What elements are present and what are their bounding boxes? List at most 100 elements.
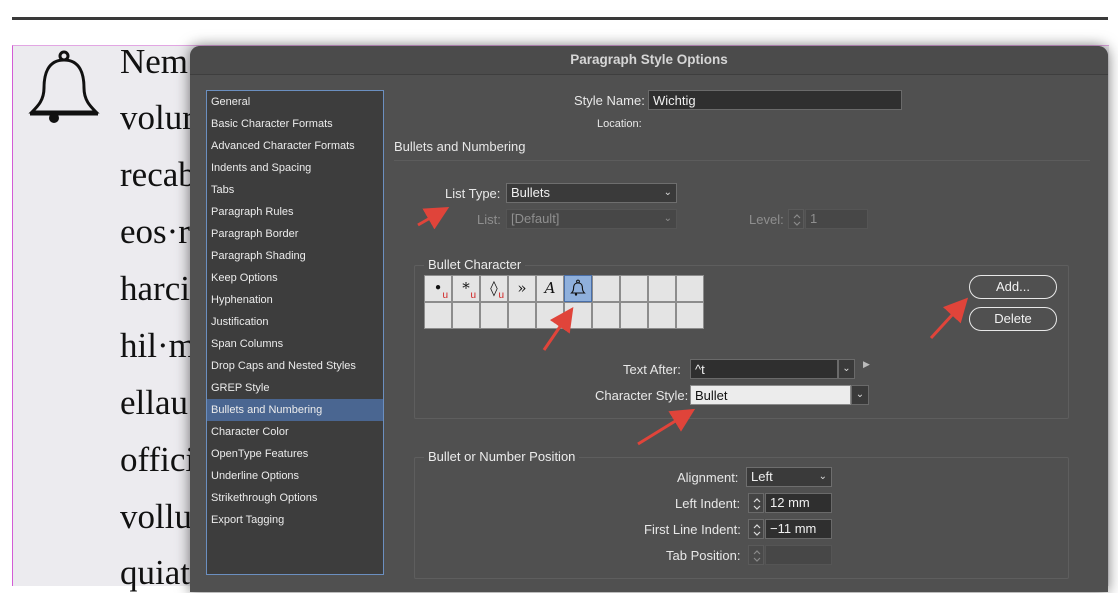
doc-text-line: hil·m: [120, 326, 196, 365]
level-label: Level:: [749, 212, 784, 227]
sidebar-item-paragraph-border[interactable]: Paragraph Border: [207, 223, 383, 245]
bullet-glyph-cell-empty[interactable]: [676, 302, 704, 329]
glyph-mark: u: [470, 290, 476, 301]
page-edge-line: [12, 17, 1108, 20]
left-indent-stepper[interactable]: 12 mm: [748, 493, 832, 513]
sidebar-item-strikethrough-options[interactable]: Strikethrough Options: [207, 487, 383, 509]
bullet-glyph-cell[interactable]: A: [536, 275, 564, 302]
bullet-glyph-cell[interactable]: ◊ u: [480, 275, 508, 302]
delete-button[interactable]: Delete: [969, 307, 1057, 331]
tab-position-stepper[interactable]: [748, 545, 832, 565]
bullet-position-title: Bullet or Number Position: [424, 449, 580, 464]
glyph: »: [517, 279, 527, 297]
bullet-character-title: Bullet Character: [424, 257, 526, 272]
style-name-label: Style Name:: [574, 93, 645, 108]
list-select[interactable]: [Default] ⌄: [506, 209, 677, 229]
list-label: List:: [477, 212, 501, 227]
stepper-arrows-icon[interactable]: [788, 209, 804, 229]
sidebar-item-underline-options[interactable]: Underline Options: [207, 465, 383, 487]
sidebar-item-paragraph-shading[interactable]: Paragraph Shading: [207, 245, 383, 267]
section-heading: Bullets and Numbering: [394, 139, 526, 154]
bullet-glyph-cell-empty[interactable]: [620, 302, 648, 329]
stepper-arrows-icon[interactable]: [748, 493, 764, 513]
section-divider: [394, 160, 1090, 161]
list-type-value: Bullets: [511, 185, 551, 200]
text-after-input[interactable]: ^t: [690, 359, 838, 379]
sidebar-item-hyphenation[interactable]: Hyphenation: [207, 289, 383, 311]
bullet-glyph-cell-selected[interactable]: [564, 275, 592, 302]
glyph: •: [433, 279, 443, 297]
dialog-title: Paragraph Style Options: [190, 46, 1108, 75]
sidebar-item-grep-style[interactable]: GREP Style: [207, 377, 383, 399]
first-line-indent-label: First Line Indent:: [644, 522, 741, 537]
character-style-label: Character Style:: [595, 388, 689, 403]
sidebar-item-basic-character-formats[interactable]: Basic Character Formats: [207, 113, 383, 135]
sidebar-item-span-columns[interactable]: Span Columns: [207, 333, 383, 355]
list-type-label: List Type:: [445, 186, 501, 201]
glyph: ◊: [490, 279, 498, 297]
bullet-glyph-cell-empty[interactable]: [648, 275, 676, 302]
sidebar-item-paragraph-rules[interactable]: Paragraph Rules: [207, 201, 383, 223]
chevron-down-icon: ⌄: [663, 187, 672, 198]
list-type-select[interactable]: Bullets ⌄: [506, 183, 677, 203]
bullet-glyph-cell-empty[interactable]: [508, 302, 536, 329]
sidebar-item-opentype-features[interactable]: OpenType Features: [207, 443, 383, 465]
sidebar-item-advanced-character-formats[interactable]: Advanced Character Formats: [207, 135, 383, 157]
level-stepper[interactable]: 1: [788, 209, 868, 229]
bullet-glyph-cell-empty[interactable]: [592, 302, 620, 329]
category-list[interactable]: General Basic Character Formats Advanced…: [206, 90, 384, 575]
bullet-glyph-cell-empty[interactable]: [648, 302, 676, 329]
doc-text-line: quiat: [120, 553, 190, 592]
location-label: Location:: [597, 118, 642, 130]
bell-icon: [28, 50, 100, 123]
tab-position-value[interactable]: [765, 545, 832, 565]
alignment-label: Alignment:: [677, 470, 739, 485]
bullet-glyph-cell-empty[interactable]: [676, 275, 704, 302]
level-value[interactable]: 1: [805, 209, 868, 229]
chevron-down-icon[interactable]: ⌄: [851, 385, 869, 405]
first-line-indent-value[interactable]: −11 mm: [765, 519, 832, 539]
tab-position-label: Tab Position:: [666, 548, 741, 563]
chevron-down-icon: ⌄: [818, 471, 827, 482]
doc-text-line: ellau: [120, 383, 189, 422]
bell-icon: [570, 279, 586, 296]
glyph-mark: u: [498, 290, 504, 301]
stepper-arrows-icon[interactable]: [748, 519, 764, 539]
glyph-mark: u: [442, 290, 448, 301]
sidebar-item-justification[interactable]: Justification: [207, 311, 383, 333]
sidebar-item-indents-and-spacing[interactable]: Indents and Spacing: [207, 157, 383, 179]
left-indent-value[interactable]: 12 mm: [765, 493, 832, 513]
sidebar-item-drop-caps[interactable]: Drop Caps and Nested Styles: [207, 355, 383, 377]
chevron-down-icon[interactable]: ⌄: [838, 359, 855, 379]
sidebar-item-general[interactable]: General: [207, 91, 383, 113]
glyph: A: [544, 279, 556, 297]
sidebar-item-bullets-and-numbering[interactable]: Bullets and Numbering: [207, 399, 383, 421]
paragraph-style-options-dialog: Paragraph Style Options General Basic Ch…: [190, 46, 1108, 592]
bullet-glyph-cell-empty[interactable]: [564, 302, 592, 329]
add-button[interactable]: Add...: [969, 275, 1057, 299]
sidebar-item-keep-options[interactable]: Keep Options: [207, 267, 383, 289]
doc-text-line: vollu: [120, 497, 192, 536]
first-line-indent-stepper[interactable]: −11 mm: [748, 519, 832, 539]
bullet-glyph-cell-empty[interactable]: [592, 275, 620, 302]
stepper-arrows-icon[interactable]: [748, 545, 764, 565]
bullet-glyph-cell-empty[interactable]: [536, 302, 564, 329]
bullet-glyph-cell-empty[interactable]: [480, 302, 508, 329]
sidebar-item-character-color[interactable]: Character Color: [207, 421, 383, 443]
character-style-select[interactable]: Bullet: [690, 385, 851, 405]
bullet-glyph-cell-empty[interactable]: [620, 275, 648, 302]
doc-text-line: harci: [120, 269, 190, 308]
bullet-glyph-cell-empty[interactable]: [452, 302, 480, 329]
sidebar-item-tabs[interactable]: Tabs: [207, 179, 383, 201]
sidebar-item-export-tagging[interactable]: Export Tagging: [207, 509, 383, 531]
bullet-glyph-cell[interactable]: • u: [424, 275, 452, 302]
special-character-menu-icon[interactable]: ▶: [863, 359, 870, 370]
doc-text-line: volur: [120, 98, 194, 137]
list-value: [Default]: [511, 211, 560, 226]
bullet-glyph-cell-empty[interactable]: [424, 302, 452, 329]
alignment-select[interactable]: Left ⌄: [746, 467, 832, 487]
style-name-input[interactable]: Wichtig: [648, 90, 902, 110]
bullet-glyph-cell[interactable]: »: [508, 275, 536, 302]
bullet-glyph-grid[interactable]: • u * u ◊ u » A: [424, 275, 704, 329]
bullet-glyph-cell[interactable]: * u: [452, 275, 480, 302]
